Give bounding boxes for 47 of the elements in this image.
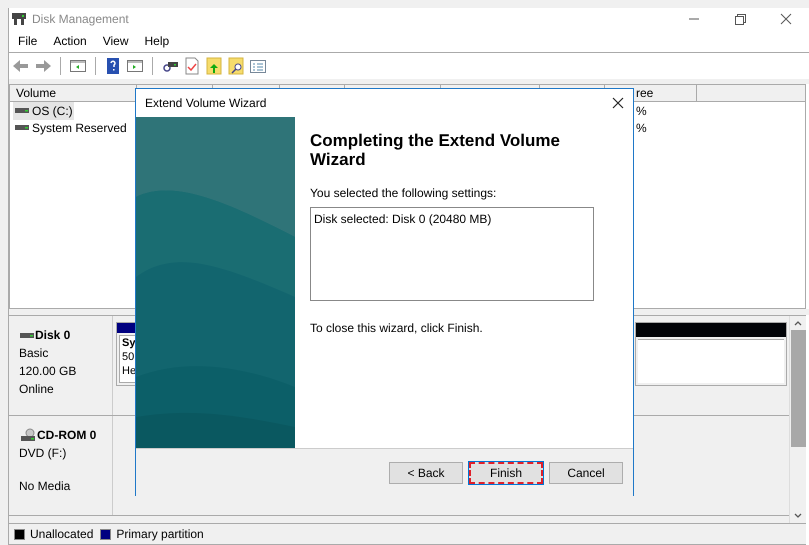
disk-name: Disk 0: [35, 327, 70, 344]
drive-icon: [20, 332, 34, 338]
disk-type: Basic: [19, 345, 50, 362]
menu-item[interactable]: Action: [53, 32, 87, 50]
close-icon[interactable]: [612, 97, 624, 109]
dialog-button[interactable]: < Back: [389, 462, 463, 484]
disk-status: Online: [19, 381, 55, 398]
folder-search-icon[interactable]: [227, 57, 245, 75]
dialog-button[interactable]: Cancel: [549, 462, 623, 484]
partition-text: He: [122, 364, 138, 378]
setting-text: Disk selected: Disk 0 (20480 MB): [314, 211, 492, 228]
menu-item[interactable]: Help: [144, 32, 170, 50]
window-title: Disk Management: [32, 11, 129, 28]
intro-text: You selected the following settings:: [310, 185, 498, 202]
partition-text: 50: [122, 350, 136, 364]
disk-status: No Media: [19, 478, 72, 495]
disk-type: DVD (F:): [19, 445, 68, 462]
disk-size: 120.00 GB: [19, 363, 78, 380]
help-icon[interactable]: [104, 57, 122, 75]
optical-drive-icon: [20, 428, 36, 442]
legend-label: Primary partition: [116, 526, 204, 543]
checklist-icon[interactable]: [183, 57, 201, 75]
action-pane-icon[interactable]: [126, 57, 144, 75]
dialog-button[interactable]: Finish: [469, 462, 543, 484]
console-tree-icon[interactable]: [69, 57, 87, 75]
table-cell-text: %: [636, 102, 647, 120]
dialog-title: Extend Volume Wizard: [145, 95, 266, 112]
closing-text: To close this wizard, click Finish.: [310, 320, 484, 337]
scrollbar[interactable]: [789, 316, 806, 523]
disk-management-icon: [11, 11, 27, 27]
disk-name: CD-ROM 0: [37, 427, 96, 444]
menu-item[interactable]: File: [18, 32, 38, 50]
unallocated-block[interactable]: [635, 322, 787, 386]
back-arrow-icon[interactable]: [12, 57, 30, 75]
drive-icon: [15, 125, 29, 130]
drive-icon: [15, 108, 29, 113]
volume-name: System Reserved: [32, 120, 127, 136]
volume-row[interactable]: OS (C:): [13, 102, 74, 120]
legend-label: Unallocated: [30, 526, 94, 543]
volume-name: OS (C:): [32, 102, 73, 120]
menu-item[interactable]: View: [102, 32, 128, 50]
properties-icon[interactable]: [249, 57, 267, 75]
volume-row[interactable]: System Reserved: [13, 118, 128, 136]
forward-arrow-icon[interactable]: [34, 57, 52, 75]
partition-text: Sy: [122, 336, 136, 350]
wizard-heading: Completing the Extend Volume Wizard: [310, 131, 561, 169]
table-cell-text: %: [636, 120, 647, 136]
